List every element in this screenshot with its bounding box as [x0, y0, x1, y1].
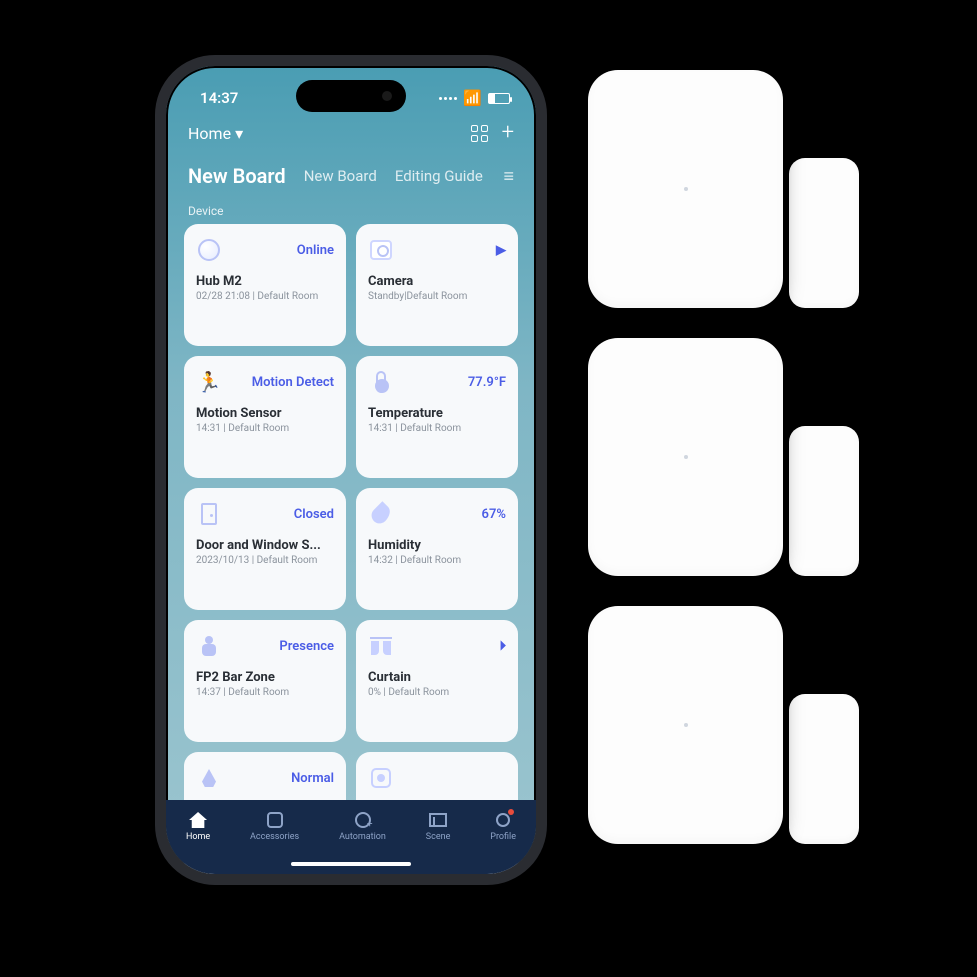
- card-status: Presence: [279, 639, 334, 654]
- nav-scene[interactable]: Scene: [426, 810, 451, 842]
- card-temperature[interactable]: 77.9°F Temperature 14:31 | Default Room: [356, 356, 518, 478]
- card-curtain[interactable]: ⏵ Curtain 0% | Default Room: [356, 620, 518, 742]
- card-subtitle: Standby|Default Room: [368, 291, 506, 302]
- status-time: 14:37: [200, 89, 238, 107]
- nav-label: Scene: [426, 832, 451, 842]
- nav-home[interactable]: Home: [186, 810, 210, 842]
- status-indicators: 📶: [439, 89, 510, 107]
- sensor-body: [588, 338, 783, 576]
- sensor-body: [588, 70, 783, 308]
- card-status: Online: [297, 243, 334, 258]
- card-status: Normal: [291, 771, 334, 786]
- add-button[interactable]: +: [502, 122, 514, 144]
- boards-menu-icon[interactable]: ≡: [503, 166, 514, 187]
- sensor-magnet: [789, 694, 859, 844]
- card-title: Curtain: [368, 670, 506, 685]
- card-subtitle: 14:37 | Default Room: [196, 687, 334, 698]
- card-motion-sensor[interactable]: 🏃 Motion Detect Motion Sensor 14:31 | De…: [184, 356, 346, 478]
- card-status: 77.9°F: [468, 375, 506, 390]
- card-humidity[interactable]: 67% Humidity 14:32 | Default Room: [356, 488, 518, 610]
- card-title: FP2 Bar Zone: [196, 670, 334, 685]
- product-sensors: [588, 70, 859, 844]
- card-fp2[interactable]: Presence FP2 Bar Zone 14:37 | Default Ro…: [184, 620, 346, 742]
- nav-label: Accessories: [250, 832, 299, 842]
- wifi-icon: 📶: [463, 89, 482, 107]
- signal-icon: [439, 97, 457, 100]
- accessories-icon: [267, 812, 283, 828]
- curtain-control-icon[interactable]: ⏵: [500, 639, 507, 654]
- door-sensor-2: [588, 338, 859, 576]
- section-label: Device: [180, 194, 522, 224]
- card-title: Humidity: [368, 538, 506, 553]
- card-title: Camera: [368, 274, 506, 289]
- door-sensor-1: [588, 70, 859, 308]
- device-grid[interactable]: Online Hub M2 02/28 21:08 | Default Room…: [180, 224, 522, 874]
- hub-icon: [196, 237, 222, 263]
- card-title: Motion Sensor: [196, 406, 334, 421]
- card-subtitle: 02/28 21:08 | Default Room: [196, 291, 334, 302]
- camera-icon: [368, 237, 394, 263]
- card-title: Door and Window S...: [196, 538, 334, 553]
- nav-accessories[interactable]: Accessories: [250, 810, 299, 842]
- profile-icon: [496, 813, 510, 827]
- bottom-nav: Home Accessories Automation Scene Profil…: [166, 800, 536, 874]
- app-screen: 14:37 📶 Home ▾ + New Board New Board Edi…: [166, 66, 536, 874]
- chevron-down-icon: ▾: [235, 124, 243, 143]
- tab-new-board[interactable]: New Board: [304, 167, 377, 185]
- automation-icon: [355, 812, 371, 828]
- card-status: 67%: [482, 507, 506, 522]
- battery-icon: [488, 93, 510, 104]
- top-row: Home ▾ +: [180, 112, 522, 150]
- home-label: Home: [188, 124, 231, 143]
- card-status: Closed: [294, 507, 334, 522]
- nav-label: Home: [186, 832, 210, 842]
- nav-label: Profile: [490, 832, 516, 842]
- boards-tabs: New Board New Board Editing Guide ≡: [180, 150, 522, 194]
- curtain-icon: [368, 633, 394, 659]
- nav-automation[interactable]: Automation: [339, 810, 386, 842]
- card-title: Hub M2: [196, 274, 334, 289]
- presence-icon: [196, 633, 222, 659]
- nav-profile[interactable]: Profile: [490, 810, 516, 842]
- motion-icon: 🏃: [196, 369, 222, 395]
- phone-mockup: 14:37 📶 Home ▾ + New Board New Board Edi…: [155, 55, 547, 885]
- tab-new-board-active[interactable]: New Board: [188, 164, 286, 188]
- sensor-magnet: [789, 158, 859, 308]
- sensor-magnet: [789, 426, 859, 576]
- card-subtitle: 14:31 | Default Room: [368, 423, 506, 434]
- scene-icon: [429, 813, 447, 827]
- card-hub-m2[interactable]: Online Hub M2 02/28 21:08 | Default Room: [184, 224, 346, 346]
- nav-label: Automation: [339, 832, 386, 842]
- card-subtitle: 0% | Default Room: [368, 687, 506, 698]
- phone-notch: [296, 80, 406, 112]
- tab-editing-guide[interactable]: Editing Guide: [395, 167, 483, 185]
- humidity-icon: [368, 501, 394, 527]
- grid-view-icon[interactable]: [471, 125, 488, 142]
- thermometer-icon: [368, 369, 394, 395]
- home-indicator: [291, 862, 411, 866]
- play-icon[interactable]: ▶: [496, 243, 506, 258]
- water-leak-icon: [196, 765, 222, 791]
- card-title: Temperature: [368, 406, 506, 421]
- card-camera[interactable]: ▶ Camera Standby|Default Room: [356, 224, 518, 346]
- card-subtitle: 14:32 | Default Room: [368, 555, 506, 566]
- home-selector[interactable]: Home ▾: [188, 124, 243, 143]
- home-icon: [189, 812, 207, 828]
- sensor-body: [588, 606, 783, 844]
- button-device-icon: [368, 765, 394, 791]
- door-sensor-3: [588, 606, 859, 844]
- card-door-window[interactable]: Closed Door and Window S... 2023/10/13 |…: [184, 488, 346, 610]
- card-subtitle: 2023/10/13 | Default Room: [196, 555, 334, 566]
- door-icon: [196, 501, 222, 527]
- card-subtitle: 14:31 | Default Room: [196, 423, 334, 434]
- card-status: Motion Detect: [252, 375, 334, 390]
